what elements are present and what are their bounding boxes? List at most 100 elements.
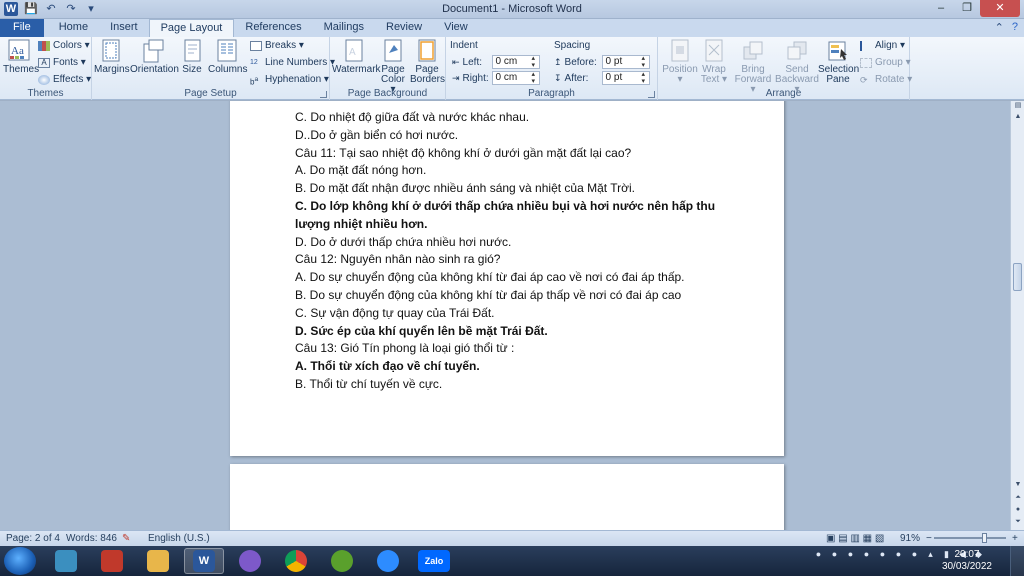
- selection-pane-button[interactable]: Selection Pane: [818, 39, 859, 85]
- close-button[interactable]: ✕: [980, 0, 1020, 17]
- zoom-level[interactable]: 91%: [900, 533, 920, 544]
- document-line[interactable]: Câu 12: Nguyên nhân nào sinh ra gió?: [295, 251, 725, 269]
- minimize-button[interactable]: ‒: [928, 0, 954, 17]
- size-button[interactable]: Size: [180, 39, 204, 75]
- tray-icon[interactable]: ●: [845, 549, 856, 560]
- taskbar-file-explorer[interactable]: [138, 548, 178, 574]
- tray-icon[interactable]: ●: [861, 549, 872, 560]
- document-line[interactable]: Câu 13: Gió Tín phong là loại gió thổi t…: [295, 340, 725, 358]
- zoom-slider-knob[interactable]: [982, 533, 987, 543]
- taskbar-word[interactable]: W: [184, 548, 224, 574]
- language-indicator[interactable]: English (U.S.): [148, 533, 210, 544]
- document-line[interactable]: A. Thổi từ xích đạo về chí tuyến.: [295, 358, 725, 376]
- zoom-in-button[interactable]: +: [1012, 533, 1018, 544]
- help-icon[interactable]: ?: [1012, 21, 1018, 34]
- proofing-icon[interactable]: ✎: [122, 533, 130, 544]
- next-page-icon[interactable]: ⏷: [1011, 518, 1024, 530]
- start-button[interactable]: [4, 547, 36, 575]
- taskbar-chrome[interactable]: [276, 548, 316, 574]
- previous-page-icon[interactable]: ⏶: [1011, 494, 1024, 506]
- page-borders-button[interactable]: Page Borders: [410, 39, 445, 85]
- tray-icon[interactable]: ●: [909, 549, 920, 560]
- theme-colors-button[interactable]: Colors ▾: [38, 40, 90, 51]
- restore-button[interactable]: ❐: [954, 0, 980, 17]
- document-line[interactable]: B. Thổi từ chí tuyến về cực.: [295, 376, 725, 394]
- document-body[interactable]: C. Do nhiệt độ giữa đất và nước khác nha…: [295, 109, 725, 394]
- tab-review[interactable]: Review: [375, 19, 433, 37]
- tray-icon[interactable]: ●: [877, 549, 888, 560]
- document-page[interactable]: C. Do nhiệt độ giữa đất và nước khác nha…: [230, 101, 784, 456]
- themes-button[interactable]: Aa Themes: [3, 39, 39, 75]
- taskbar-app-2[interactable]: [92, 548, 132, 574]
- paragraph-dialog-launcher[interactable]: [648, 91, 655, 98]
- align-button[interactable]: Align ▾: [860, 40, 905, 51]
- spacing-before-input[interactable]: 0 pt: [601, 55, 650, 69]
- indent-left-input[interactable]: 0 cm: [491, 55, 540, 69]
- tab-references[interactable]: References: [234, 19, 312, 37]
- send-backward-button[interactable]: Send Backward ▾: [774, 39, 820, 95]
- document-line[interactable]: C. Do nhiệt độ giữa đất và nước khác nha…: [295, 109, 725, 127]
- theme-effects-button[interactable]: Effects ▾: [38, 74, 91, 85]
- hyphenation-button[interactable]: ba Hyphenation ▾: [250, 74, 329, 86]
- position-button[interactable]: Position ▾: [660, 39, 700, 85]
- tab-insert[interactable]: Insert: [99, 19, 149, 37]
- page-setup-dialog-launcher[interactable]: [320, 91, 327, 98]
- taskbar-zalo[interactable]: Zalo: [414, 548, 454, 574]
- breaks-button[interactable]: Breaks ▾: [250, 40, 304, 51]
- theme-fonts-button[interactable]: A Fonts ▾: [38, 57, 86, 68]
- document-line[interactable]: A. Do mặt đất nóng hơn.: [295, 162, 725, 180]
- margins-button[interactable]: Margins: [94, 39, 130, 75]
- rotate-button[interactable]: ⟳ Rotate ▾: [860, 74, 912, 85]
- word-count[interactable]: Words: 846: [66, 533, 117, 544]
- document-line[interactable]: C. Do lớp không khí ở dưới thấp chứa nhi…: [295, 198, 725, 234]
- taskbar-app-1[interactable]: [46, 548, 86, 574]
- bring-forward-button[interactable]: Bring Forward ▾: [732, 39, 774, 95]
- line-numbers-button[interactable]: 12 Line Numbers ▾: [250, 57, 335, 68]
- tab-mailings[interactable]: Mailings: [313, 19, 375, 37]
- tray-icon[interactable]: ●: [829, 549, 840, 560]
- browse-object-icon[interactable]: ●: [1011, 506, 1024, 518]
- document-line[interactable]: Câu 11: Tại sao nhiệt độ không khí ở dướ…: [295, 145, 725, 163]
- vertical-scrollbar[interactable]: ▤ ▲ ▼ ⏶ ● ⏷: [1010, 101, 1024, 530]
- tray-icon[interactable]: ●: [813, 549, 824, 560]
- next-document-page[interactable]: [230, 464, 784, 530]
- indent-right-input[interactable]: 0 cm: [491, 71, 540, 85]
- scroll-down-icon[interactable]: ▼: [1011, 481, 1024, 493]
- scroll-up-icon[interactable]: ▲: [1011, 113, 1024, 125]
- zoom-slider[interactable]: [934, 533, 1006, 543]
- document-line[interactable]: D. Do ở dưới thấp chứa nhiều hơi nước.: [295, 234, 725, 252]
- tray-icon[interactable]: ●: [893, 549, 904, 560]
- scroll-thumb[interactable]: [1013, 263, 1022, 291]
- document-area[interactable]: C. Do nhiệt độ giữa đất và nước khác nha…: [0, 101, 1010, 530]
- show-desktop-button[interactable]: [1010, 546, 1024, 576]
- clock[interactable]: 20:07 30/03/2022: [942, 549, 992, 573]
- watermark-button[interactable]: A Watermark: [332, 39, 381, 75]
- view-buttons[interactable]: ▣ ▤ ▥ ▦ ▧: [826, 533, 884, 544]
- page-color-button[interactable]: Page Color ▾: [378, 39, 408, 95]
- document-line[interactable]: D. Sức ép của khí quyển lên bề mặt Trái …: [295, 323, 725, 341]
- ruler-toggle-icon[interactable]: ▤: [1011, 101, 1024, 113]
- zoom-out-button[interactable]: −: [926, 533, 932, 544]
- tab-view[interactable]: View: [433, 19, 479, 37]
- orientation-button[interactable]: Orientation: [130, 39, 179, 75]
- wrap-text-button[interactable]: Wrap Text ▾: [700, 39, 728, 85]
- group-button[interactable]: Group ▾: [860, 57, 911, 68]
- taskbar-viber[interactable]: [230, 548, 270, 574]
- taskbar-app-green[interactable]: [322, 548, 362, 574]
- columns-button[interactable]: Columns: [208, 39, 247, 75]
- tab-page-layout[interactable]: Page Layout: [148, 19, 235, 37]
- page-count[interactable]: Page: 2 of 4: [6, 533, 60, 544]
- document-line[interactable]: B. Do sự chuyển động của không khí từ đa…: [295, 287, 725, 305]
- indent-left-icon: ⇤: [452, 56, 460, 67]
- show-hidden-icons-icon[interactable]: ▴: [925, 549, 936, 560]
- document-line[interactable]: B. Do mặt đất nhận được nhiều ánh sáng v…: [295, 180, 725, 198]
- document-line[interactable]: D..Do ở gần biển có hơi nước.: [295, 127, 725, 145]
- document-line[interactable]: A. Do sự chuyển động của không khí từ đa…: [295, 269, 725, 287]
- minimize-ribbon-icon[interactable]: ⌃: [995, 21, 1004, 34]
- breaks-icon: [250, 40, 262, 51]
- document-line[interactable]: C. Sự vận động tự quay của Trái Đất.: [295, 305, 725, 323]
- spacing-after-input[interactable]: 0 pt: [601, 71, 650, 85]
- taskbar-zoom[interactable]: [368, 548, 408, 574]
- tab-file[interactable]: File: [0, 19, 44, 37]
- tab-home[interactable]: Home: [48, 19, 99, 37]
